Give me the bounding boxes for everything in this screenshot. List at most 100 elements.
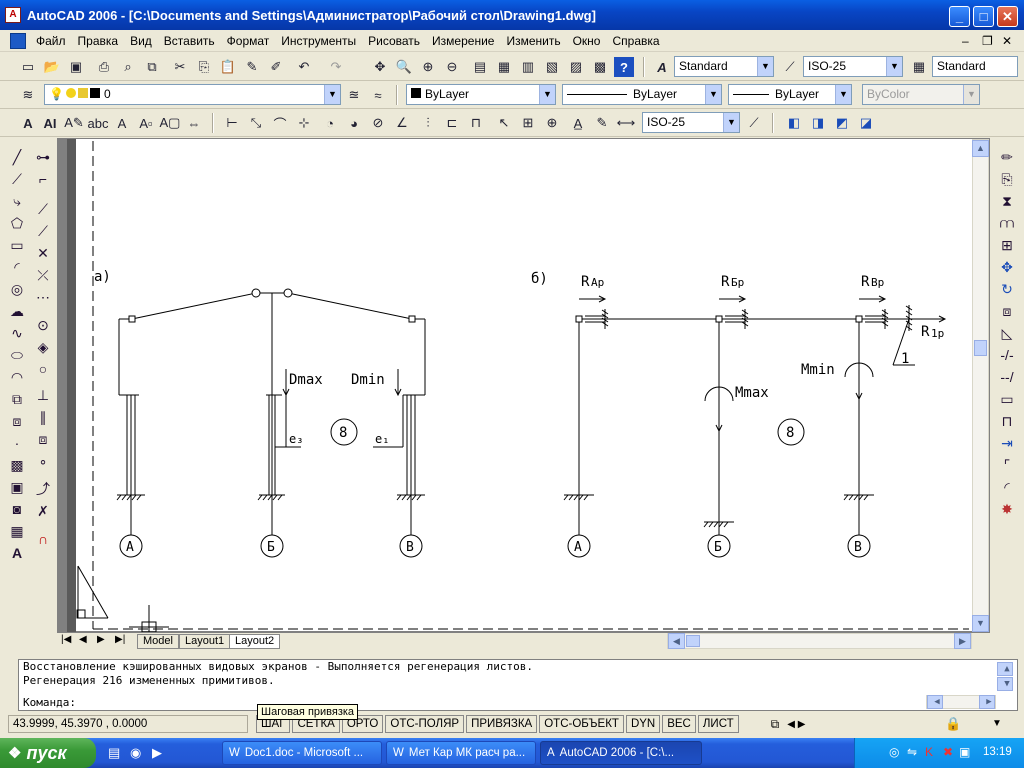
convert-distance-icon[interactable]: ⇔ (184, 113, 204, 133)
send-under-icon[interactable]: ◪ (856, 113, 876, 133)
dist-icon[interactable]: ⊶ (32, 146, 54, 168)
break-point-icon[interactable]: ▭ (996, 388, 1018, 410)
vertical-scrollbar[interactable]: ▲ ▼ (972, 139, 989, 633)
dim-style-select[interactable]: ISO-25 ▼ (803, 56, 903, 77)
markup-icon[interactable]: ▨ (566, 57, 586, 77)
perp-snap-icon[interactable]: ⋯ (32, 286, 54, 308)
perpendicular-snap-icon[interactable]: ⊥ (32, 384, 54, 406)
move-icon[interactable]: ✥ (996, 256, 1018, 278)
undo-icon[interactable]: ↶ (294, 57, 314, 77)
minimize-button[interactable]: _ (949, 6, 970, 27)
radius-dim-icon[interactable]: ◔ (320, 113, 340, 133)
help-icon[interactable]: ? (614, 57, 634, 77)
dim-style-icon[interactable]: ⟋ (780, 57, 800, 77)
construction-line-icon[interactable]: ⟋ (6, 168, 28, 190)
paper-button[interactable]: ЛИСТ (697, 715, 739, 733)
doc-minimize-button[interactable]: – (962, 34, 969, 48)
menu-format[interactable]: Формат (221, 34, 276, 48)
polar-button[interactable]: ОТС-ПОЛЯР (385, 715, 465, 733)
rotate-icon[interactable]: ↻ (996, 278, 1018, 300)
text-style-icon[interactable]: A (652, 57, 672, 77)
table-style-select[interactable]: Standard (932, 56, 1018, 77)
zoom-window-icon[interactable]: ⊕ (418, 57, 438, 77)
plot-icon[interactable]: ⎙ (94, 57, 114, 77)
document-icon[interactable] (10, 32, 26, 49)
ordinate-dim-icon[interactable]: ⊹ (294, 113, 314, 133)
paste-icon[interactable]: 📋 (218, 57, 238, 77)
start-button[interactable]: ❖ пуск (0, 738, 96, 768)
menu-view[interactable]: Вид (124, 34, 158, 48)
sheet-set-icon[interactable]: ▧ (542, 57, 562, 77)
publish-icon[interactable]: ⧉ (142, 57, 162, 77)
aligned-dim-icon[interactable]: ⤡ (246, 113, 266, 133)
new-icon[interactable]: ▭ (18, 57, 38, 77)
tool-palettes-icon[interactable]: ▥ (518, 57, 538, 77)
match-properties-icon[interactable]: ✎ (242, 57, 262, 77)
stretch-icon[interactable]: ◺ (996, 322, 1018, 344)
cmd-scroll-left-icon[interactable]: ◀ (927, 695, 943, 709)
send-back-icon[interactable]: ◨ (808, 113, 828, 133)
dim-update-icon[interactable]: ⟷ (616, 113, 636, 133)
viewport-icon[interactable]: ⧉ (771, 717, 780, 732)
hatch-icon[interactable]: ▩ (6, 454, 28, 476)
line-icon[interactable]: ╱ (6, 146, 28, 168)
close-button[interactable]: ✕ (997, 6, 1018, 27)
tab-layout2[interactable]: Layout2 (229, 634, 281, 649)
last-tab-icon[interactable]: ▶| (115, 634, 125, 645)
jogged-dim-icon[interactable]: ◕ (344, 113, 364, 133)
extension-snap-icon[interactable]: ⤫ (32, 264, 54, 286)
none-snap-icon[interactable]: ✗ (32, 500, 54, 522)
lineweight-select[interactable]: ByLayer ▼ (728, 84, 852, 105)
center-mark-icon[interactable]: ⊕ (542, 113, 562, 133)
erase-icon[interactable]: ✏ (996, 146, 1018, 168)
drawing-canvas[interactable]: а) б) Dmax Dmin e₃ e₁ 8 А Б В R Ap R Бp … (57, 138, 990, 633)
break-icon[interactable]: ⊓ (996, 410, 1018, 432)
block-editor-icon[interactable]: ✐ (266, 57, 286, 77)
parallel-snap-icon[interactable]: ∥ (32, 406, 54, 428)
scroll-left-icon[interactable]: ◀ (668, 633, 685, 649)
scroll-up-icon[interactable]: ▲ (972, 140, 989, 157)
cmd-scroll-right-icon[interactable]: ▶ (979, 695, 995, 709)
cut-icon[interactable]: ✂ (170, 57, 190, 77)
dim-text-edit-icon[interactable]: ✎ (592, 113, 612, 133)
angular-dim-icon[interactable]: ∠ (392, 113, 412, 133)
cmd-scroll-down-icon[interactable]: ▼ (997, 677, 1013, 691)
justify-text-icon[interactable]: A▢ (160, 113, 181, 133)
first-tab-icon[interactable]: |◀ (61, 634, 71, 645)
explode-icon[interactable]: ✸ (996, 498, 1018, 520)
continue-dim-icon[interactable]: ⊓ (466, 113, 486, 133)
table-icon[interactable]: ▦ (6, 520, 28, 542)
tray-network-icon[interactable]: ◎ (889, 745, 899, 759)
coordinates-readout[interactable]: 43.9999, 45.3970 , 0.0000 (8, 715, 248, 733)
scroll-right-icon[interactable]: ▶ (954, 633, 971, 649)
tray-clock[interactable]: 13:19 (983, 746, 1012, 758)
status-nav-icon[interactable]: ◀ ▶ (787, 719, 805, 730)
cmd-scroll-up-icon[interactable]: ▲ (997, 662, 1013, 676)
properties-icon[interactable]: ▤ (470, 57, 490, 77)
osnap-settings-icon[interactable]: ∩ (32, 528, 54, 550)
bring-above-icon[interactable]: ◩ (832, 113, 852, 133)
horizontal-scrollbar[interactable]: ◀ ▶ (667, 633, 972, 649)
endpoint-snap-icon[interactable]: ⌐ (32, 168, 54, 190)
design-center-icon[interactable]: ▦ (494, 57, 514, 77)
insert-block-icon[interactable]: ⧉ (6, 388, 28, 410)
make-object-layer-current-icon[interactable]: ≊ (344, 85, 364, 105)
tray-antivirus-icon[interactable]: K (925, 745, 933, 759)
autocad-app-icon[interactable]: A (5, 7, 21, 23)
tab-layout1[interactable]: Layout1 (179, 634, 231, 649)
scale-icon[interactable]: ⧈ (996, 300, 1018, 322)
fillet-icon[interactable]: ◜ (996, 476, 1018, 498)
task-word-doc[interactable]: W Doc1.doc - Microsoft ... (222, 741, 382, 765)
layer-manager-icon[interactable]: ≋ (18, 85, 38, 105)
calculator-icon[interactable]: ▩ (590, 57, 610, 77)
offset-icon[interactable]: ⩋ (996, 212, 1018, 234)
horizontal-scroll-thumb[interactable] (686, 635, 700, 647)
linetype-select[interactable]: ByLayer ▼ (562, 84, 722, 105)
menu-tools[interactable]: Инструменты (275, 34, 362, 48)
text-style-select[interactable]: Standard ▼ (674, 56, 774, 77)
multiline-text-icon[interactable]: A (18, 113, 38, 133)
point-icon[interactable]: · (6, 432, 28, 454)
menu-modify[interactable]: Изменить (500, 34, 566, 48)
arc-icon[interactable]: ◜ (6, 256, 28, 278)
extend-icon[interactable]: --/ (996, 366, 1018, 388)
